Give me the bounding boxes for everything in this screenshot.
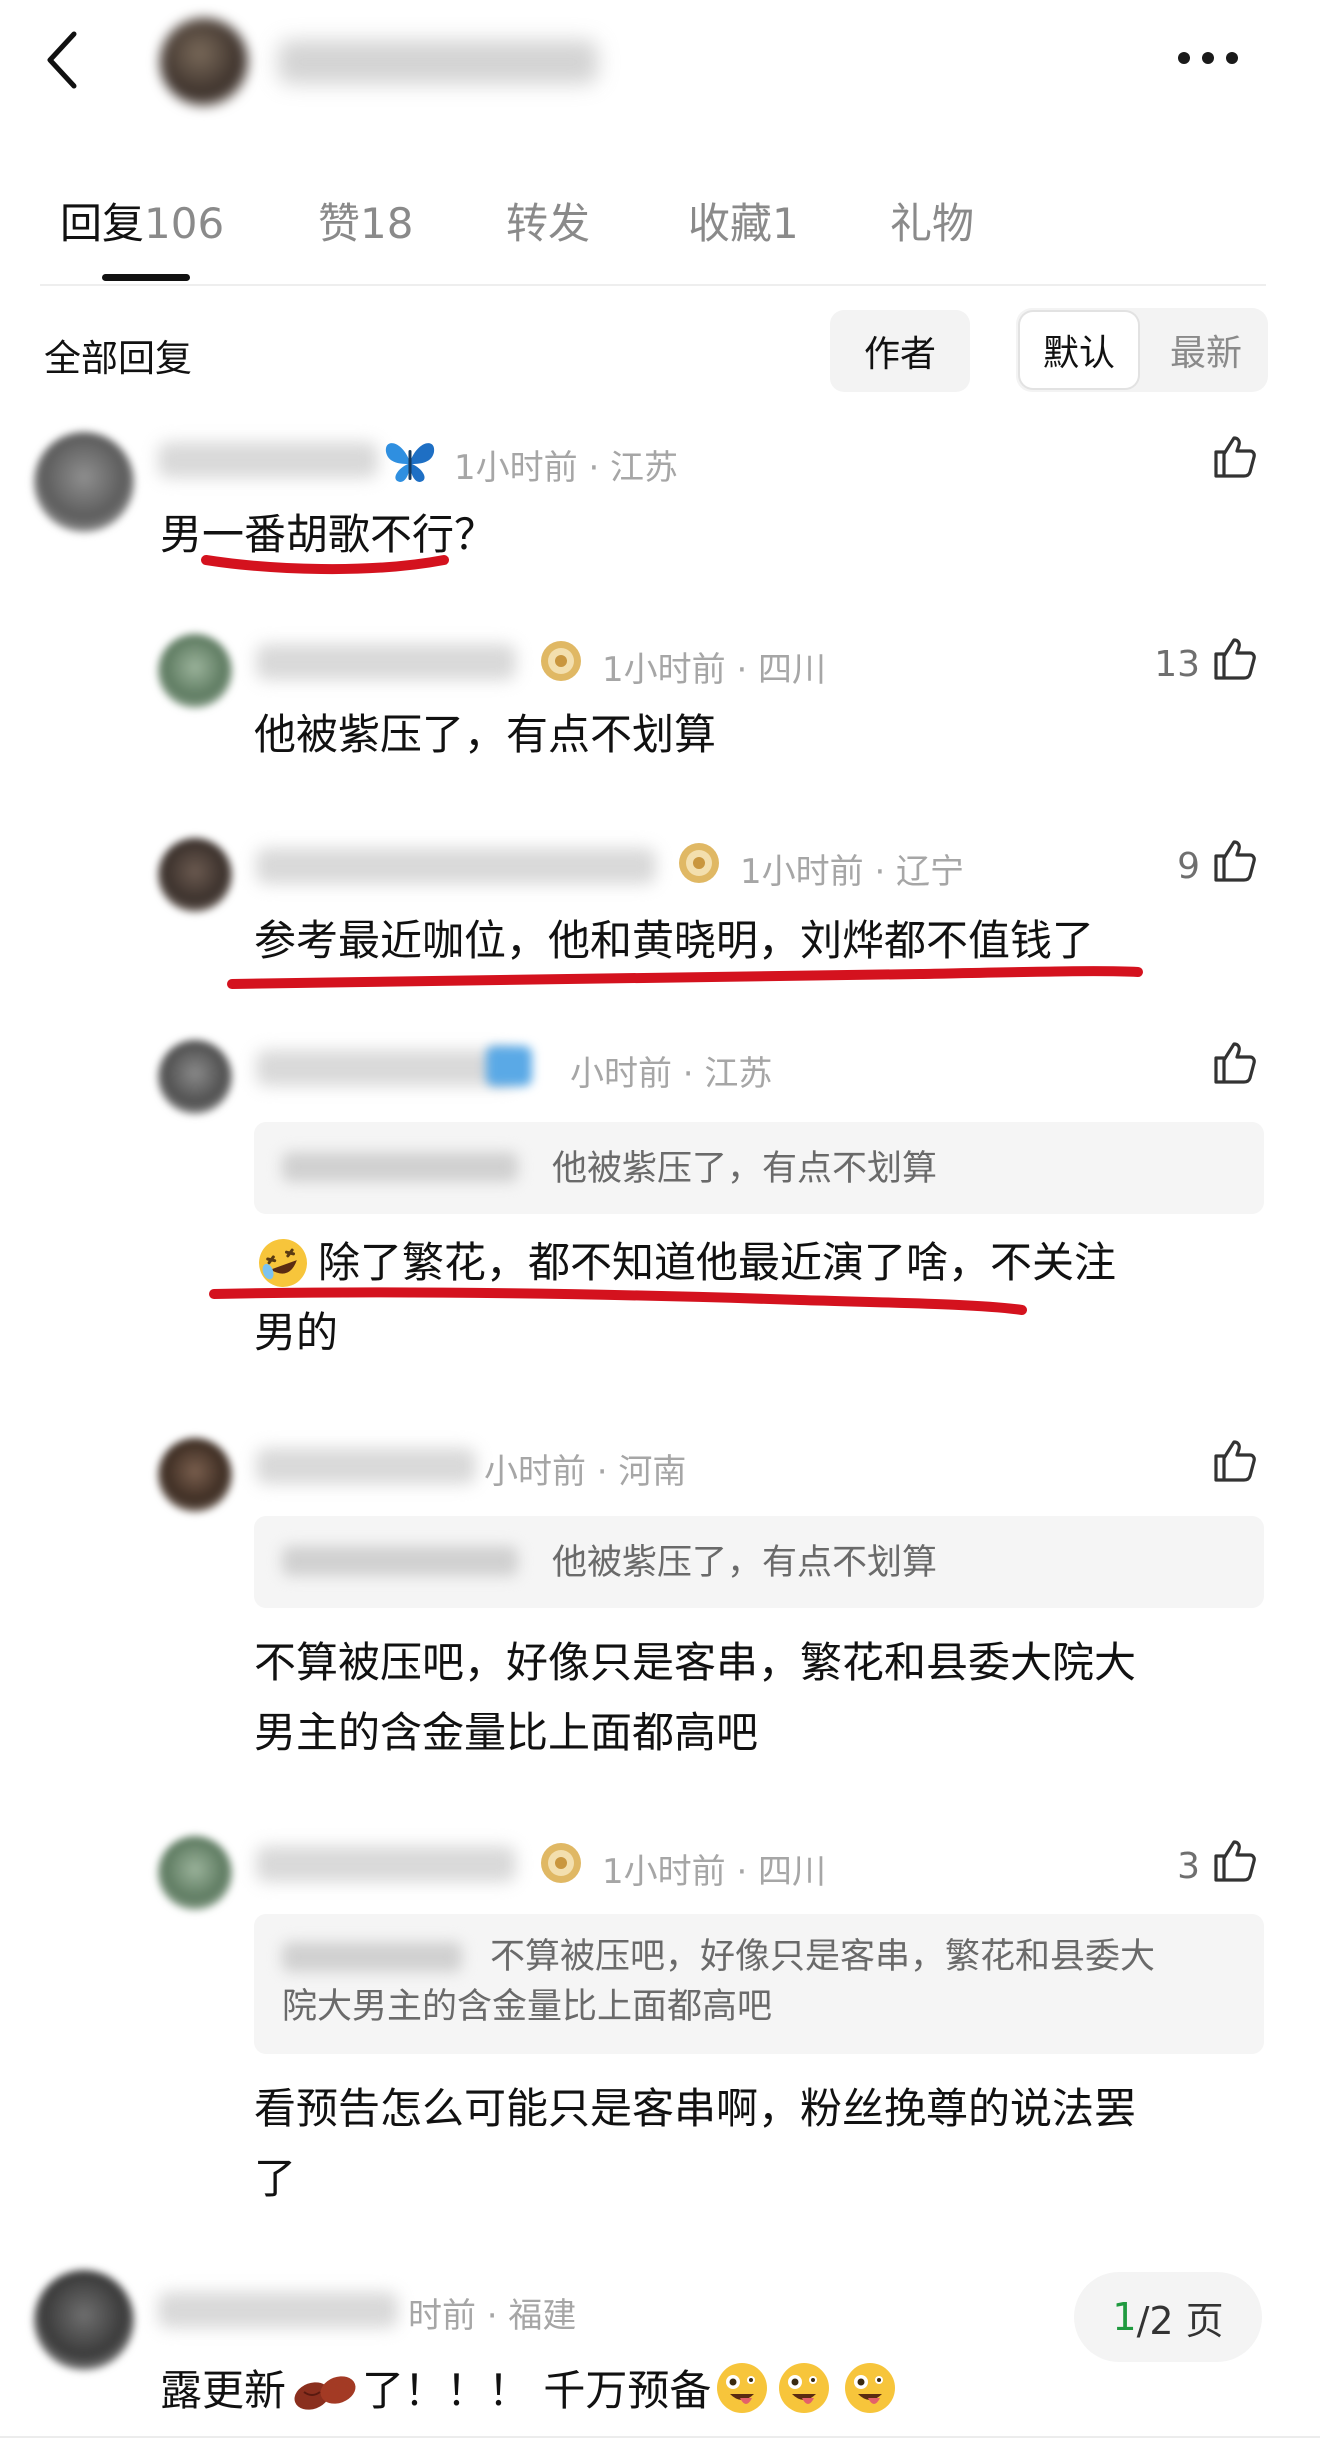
red-underline <box>201 555 449 575</box>
more-icon[interactable] <box>1176 48 1240 68</box>
bottom-divider <box>0 2436 1320 2438</box>
comment-meta: 1小时前 · 四川 <box>602 1852 827 1892</box>
comment-text-line1: 不算被压吧，好像只是客串，繁花和县委大院大 <box>254 1638 1137 1687</box>
tab-divider <box>40 284 1266 286</box>
avatar[interactable] <box>158 1438 232 1512</box>
thumb-up-icon[interactable] <box>1210 432 1258 480</box>
zany-face-emoji-icon <box>779 2363 829 2413</box>
medal-icon <box>541 1843 581 1883</box>
quoted-username-blurred <box>282 1942 462 1972</box>
thumb-up-icon[interactable] <box>1210 1038 1258 1086</box>
zany-face-emoji-icon <box>845 2363 895 2413</box>
tab-replies[interactable]: 回复106 <box>60 190 224 251</box>
butterfly-icon <box>385 443 435 482</box>
username-blurred[interactable] <box>256 1846 516 1882</box>
username-blurred[interactable] <box>158 442 378 478</box>
comment-text: 他被紫压了，有点不划算 <box>254 710 717 759</box>
username-blurred[interactable] <box>256 1448 476 1484</box>
all-replies-label: 全部回复 <box>44 337 192 380</box>
bean-emoji-icon <box>294 2376 356 2410</box>
avatar[interactable] <box>158 838 232 912</box>
quoted-text-line1: 不算被压吧，好像只是客串，繁花和县委大 <box>490 1937 1156 1977</box>
tab-favorites[interactable]: 收藏1 <box>688 190 799 251</box>
sort-latest-button[interactable]: 最新 <box>1148 312 1264 388</box>
username-blurred[interactable] <box>256 644 516 680</box>
header-avatar[interactable] <box>160 18 248 106</box>
comment-meta: 小时前 · 江苏 <box>570 1054 773 1094</box>
tab-gifts[interactable]: 礼物 <box>890 190 974 251</box>
active-tab-indicator <box>102 274 190 281</box>
red-underline <box>209 1287 1027 1315</box>
medal-icon <box>679 843 719 883</box>
comment-text-line2: 男主的含金量比上面都高吧 <box>254 1708 759 1757</box>
header-username-blurred[interactable] <box>278 40 598 84</box>
red-underline <box>227 966 1143 989</box>
comment-text-line2: 了 <box>254 2154 297 2203</box>
like-count: 3 <box>1177 1846 1200 1887</box>
medal-icon <box>541 641 581 681</box>
username-blurred[interactable] <box>256 1050 516 1086</box>
thumb-up-icon[interactable] <box>1210 1836 1258 1884</box>
quoted-username-blurred <box>282 1152 518 1182</box>
quoted-username-blurred <box>282 1546 518 1576</box>
thumb-up-icon[interactable] <box>1210 836 1258 884</box>
comment-meta: 1小时前 · 江苏 <box>454 448 679 488</box>
like-count: 9 <box>1177 846 1200 887</box>
back-icon[interactable] <box>40 28 88 92</box>
avatar[interactable] <box>158 1836 232 1910</box>
comment-meta: 1小时前 · 辽宁 <box>740 852 965 892</box>
avatar[interactable] <box>158 1040 232 1114</box>
tab-reposts[interactable]: 转发 <box>506 190 590 251</box>
thumb-up-icon[interactable] <box>1210 634 1258 682</box>
username-blurred[interactable] <box>158 2292 398 2328</box>
username-blurred[interactable] <box>256 848 656 884</box>
tab-likes[interactable]: 赞18 <box>318 190 413 251</box>
comment-meta: 1小时前 · 四川 <box>602 650 827 690</box>
comment-text-line1: 看预告怎么可能只是客串啊，粉丝挽尊的说法罢 <box>254 2084 1137 2133</box>
thumb-up-icon[interactable] <box>1210 1436 1258 1484</box>
avatar[interactable] <box>34 2270 134 2370</box>
quoted-text: 他被紫压了，有点不划算 <box>552 1543 938 1583</box>
page-indicator[interactable]: 1/2 页 <box>1074 2272 1262 2362</box>
comment-text-part2: 了！！！ 千万预备 <box>362 2366 712 2415</box>
avatar[interactable] <box>34 432 134 532</box>
like-count: 13 <box>1154 644 1200 685</box>
zany-face-emoji-icon <box>717 2363 767 2413</box>
comment-meta: 时前 · 福建 <box>408 2296 577 2336</box>
sort-default-button[interactable]: 默认 <box>1020 312 1138 388</box>
quoted-text-line2: 院大男主的含金量比上面都高吧 <box>282 1987 773 2027</box>
avatar[interactable] <box>158 634 232 708</box>
comment-meta: 小时前 · 河南 <box>484 1452 687 1492</box>
filter-author-button[interactable]: 作者 <box>830 310 970 392</box>
quoted-text: 他被紫压了，有点不划算 <box>552 1149 938 1189</box>
comment-text-part1: 露更新 <box>160 2366 287 2415</box>
blurred-badge <box>486 1046 532 1086</box>
